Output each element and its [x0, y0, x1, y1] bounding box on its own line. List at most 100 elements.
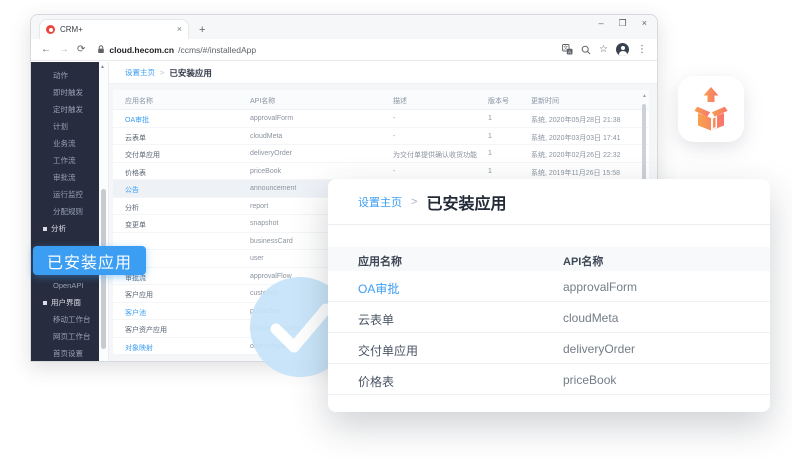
description-cell: - — [393, 115, 395, 122]
scroll-up-icon[interactable]: ▲ — [100, 64, 105, 70]
version-cell: 1 — [488, 133, 492, 140]
app-name-cell: 交付单应用 — [125, 150, 160, 160]
column-header: 版本号 — [488, 96, 509, 106]
overlay-table-row[interactable]: OA审批 approvalForm — [328, 271, 770, 302]
profile-avatar[interactable] — [616, 43, 629, 56]
sidebar-item-label: 首页设置 — [53, 348, 83, 359]
tab-close-icon[interactable]: × — [177, 25, 182, 34]
sidebar-item[interactable]: 业务流 — [31, 135, 99, 152]
api-name-cell: deliveryOrder — [250, 150, 292, 157]
overlay-column-header: 应用名称 — [358, 253, 402, 269]
unbox-upload-icon — [690, 86, 732, 132]
api-name-cell: snapshot — [250, 220, 278, 227]
app-name-link[interactable]: OA审批 — [125, 115, 149, 125]
updated-time-cell: 系统, 2020年02月26日 22:32 — [531, 150, 621, 160]
sidebar-item[interactable]: 首页设置 — [31, 345, 99, 361]
overlay-table-body: OA审批 approvalForm 云表单 cloudMeta 交付单应用deliver… — [328, 271, 770, 395]
description-cell: - — [393, 133, 395, 140]
app-name-link[interactable]: 客户池 — [125, 308, 146, 318]
sidebar-item[interactable]: 运行监控 — [31, 186, 99, 203]
column-header: 更新时间 — [531, 96, 559, 106]
overlay-app-name-link[interactable]: OA审批 — [358, 280, 399, 297]
sidebar-item[interactable]: 动作 — [31, 67, 99, 84]
browser-tab[interactable]: CRM+ × — [39, 19, 189, 39]
restore-button[interactable]: ❐ — [619, 18, 627, 29]
table-row[interactable]: 价格表priceBook-1系统, 2019年11月26日 15:58 — [113, 163, 649, 181]
sidebar-item[interactable]: 分配规则 — [31, 203, 99, 220]
sidebar-item-label: 用户界面 — [51, 297, 81, 308]
sidebar-item-label: 运行监控 — [53, 189, 83, 200]
sidebar-item[interactable]: 即时触发 — [31, 84, 99, 101]
breadcrumb-home-link[interactable]: 设置主页 — [125, 67, 155, 78]
sidebar-item-label: 工作流 — [53, 155, 76, 166]
sidebar-item[interactable]: 用户界面 — [31, 294, 99, 311]
sidebar-item[interactable]: 定时触发 — [31, 101, 99, 118]
table-row[interactable]: OA审批approvalForm-1系统, 2020年05月28日 21:38 — [113, 110, 649, 128]
sidebar-item[interactable]: 网页工作台 — [31, 328, 99, 345]
table-row[interactable]: 交付单应用deliveryOrder为交付单提供确认收货功能1系统, 2020年… — [113, 145, 649, 163]
overlay-breadcrumb-home-link[interactable]: 设置主页 — [358, 194, 402, 210]
overlay-api-name-cell: approvalForm — [563, 280, 637, 294]
new-tab-button[interactable]: + — [199, 24, 205, 36]
version-cell: 1 — [488, 115, 492, 122]
toolbar-actions: 文 A ☆ ⋮ — [562, 43, 647, 56]
sidebar-item-label: 即时触发 — [53, 87, 83, 98]
bookmark-star-icon[interactable]: ☆ — [599, 45, 608, 55]
overlay-table-row[interactable]: 云表单 cloudMeta — [328, 302, 770, 333]
close-button[interactable]: × — [642, 18, 647, 29]
page-title: 已安装应用 — [169, 67, 212, 79]
overlay-app-name-cell: 云表单 — [358, 311, 394, 328]
table-scroll-up-icon[interactable]: ▲ — [642, 93, 647, 99]
sidebar-menu: 动作即时触发定时触发计划业务流工作流审批流运行监控分配规则分析 OpenAPI 用户… — [31, 62, 99, 361]
overlay-divider — [328, 224, 770, 225]
sidebar-item-label: 网页工作台 — [53, 331, 91, 342]
section-bullet-icon — [43, 301, 47, 305]
browser-toolbar: ← → ⟳ cloud.hecom.cn/ccms/#/installedApp… — [31, 39, 657, 61]
app-name-cell: 价格表 — [125, 168, 146, 178]
overlay-table-row[interactable]: 交付单应用deliveryOrder — [328, 333, 770, 364]
window-controls: – ❐ × — [599, 18, 647, 29]
column-header: API名称 — [250, 96, 275, 106]
url-domain: cloud.hecom.cn — [109, 45, 174, 55]
api-name-cell: cloudMeta — [250, 133, 282, 140]
sidebar-item-label: 审批流 — [53, 172, 76, 183]
sidebar-item-label: 业务流 — [53, 138, 76, 149]
back-button[interactable]: ← — [41, 45, 51, 55]
forward-button[interactable]: → — [59, 45, 69, 55]
more-menu-icon[interactable]: ⋮ — [637, 45, 647, 55]
reload-button[interactable]: ⟳ — [77, 45, 85, 55]
sidebar-scrollbar[interactable]: ▲ — [99, 62, 109, 361]
version-cell: 1 — [488, 150, 492, 157]
sidebar-item[interactable]: 分析 — [31, 220, 99, 237]
overlay-column-header: API名称 — [563, 253, 603, 269]
updated-time-cell: 系统, 2020年05月28日 21:38 — [531, 115, 621, 125]
minimize-button[interactable]: – — [599, 18, 604, 29]
app-name-cell: 云表单 — [125, 133, 146, 143]
api-name-cell: priceBook — [250, 168, 281, 175]
sidebar-item-label: 移动工作台 — [53, 314, 91, 325]
sidebar-item[interactable]: OpenAPI — [31, 277, 99, 294]
crm-logo-icon — [46, 25, 55, 34]
tab-title: CRM+ — [60, 25, 172, 34]
api-name-cell: announcement — [250, 185, 296, 192]
sidebar-item[interactable]: 移动工作台 — [31, 311, 99, 328]
overlay-table-row[interactable]: 价格表priceBook — [328, 364, 770, 395]
app-name-link[interactable]: 公告 — [125, 185, 139, 195]
app-name-cell: 客户资产应用 — [125, 325, 167, 335]
overlay-api-name-cell: deliveryOrder — [563, 342, 635, 356]
sidebar-item[interactable]: 审批流 — [31, 169, 99, 186]
sidebar-item-label: 分析 — [51, 223, 66, 234]
overlay-page-title: 已安装应用 — [426, 190, 506, 214]
sidebar-item[interactable]: 工作流 — [31, 152, 99, 169]
zoom-icon[interactable] — [581, 45, 591, 55]
column-header: 应用名称 — [125, 96, 153, 106]
translate-icon[interactable]: 文 A — [562, 44, 573, 55]
sidebar-item-label: 计划 — [53, 121, 68, 132]
installed-apps-callout: 已安装应用 — [33, 246, 146, 275]
overlay-app-name-cell: 价格表 — [358, 373, 394, 390]
sidebar-item[interactable]: 计划 — [31, 118, 99, 135]
overlay-api-name-cell: cloudMeta — [563, 311, 618, 325]
table-row[interactable]: 云表单cloudMeta-1系统, 2020年03月03日 17:41 — [113, 128, 649, 146]
address-bar[interactable]: cloud.hecom.cn/ccms/#/installedApp — [93, 45, 554, 55]
app-name-link[interactable]: 对象映射 — [125, 343, 153, 353]
